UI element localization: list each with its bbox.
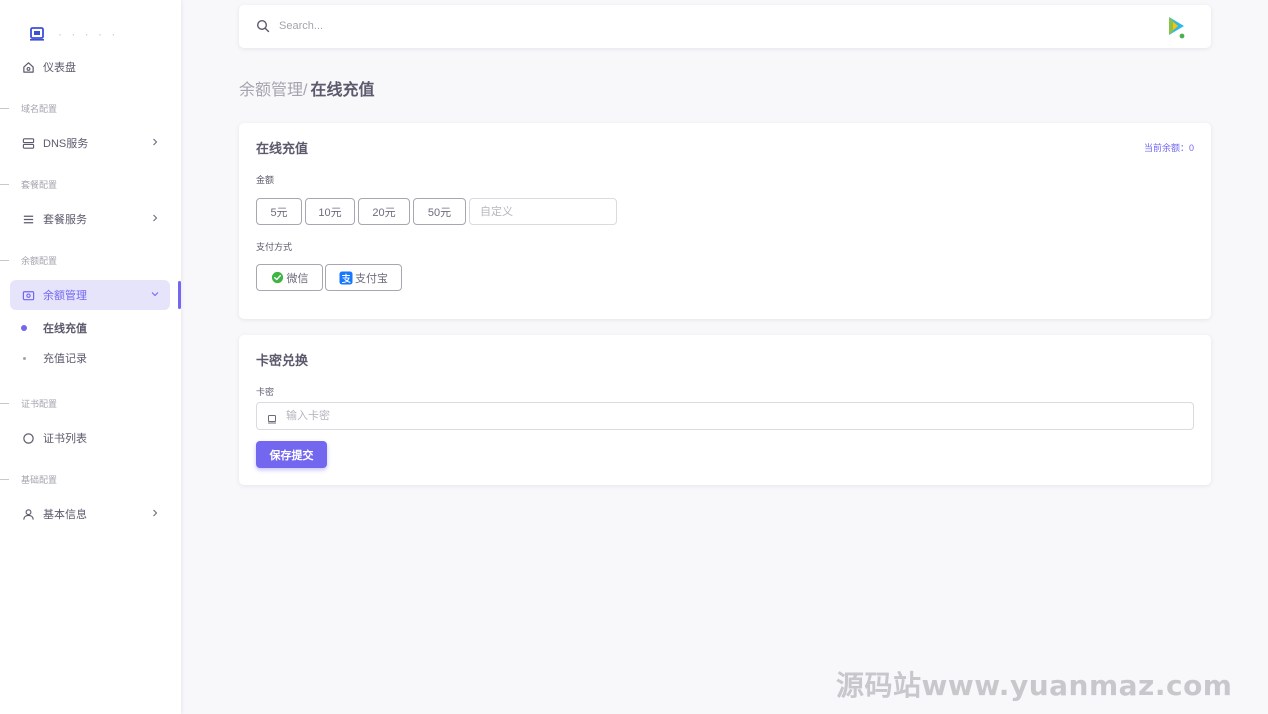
brand-name: · · · · · xyxy=(58,27,119,41)
amount-button-10[interactable]: 10元 xyxy=(305,198,355,225)
custom-amount-input[interactable] xyxy=(469,198,617,225)
menu-item-balance-management[interactable]: 余额管理 xyxy=(10,280,170,310)
menu-item-package[interactable]: 套餐服务 xyxy=(10,204,170,234)
topbar xyxy=(239,5,1211,48)
menu-item-label: 证书列表 xyxy=(43,433,87,445)
chevron-right-icon xyxy=(149,507,161,519)
section-header-balance: 余额配置 xyxy=(0,254,57,266)
sidebar: · · · · · 仪表盘 域名配置 DNS服务 套餐配置 套餐服务 余额配置 xyxy=(0,0,181,714)
menu-lines-icon xyxy=(21,212,35,226)
card-code-label: 卡密 xyxy=(256,387,275,397)
chevron-down-icon xyxy=(149,288,161,300)
brand[interactable]: · · · · · xyxy=(28,24,118,44)
menu-item-label: 仪表盘 xyxy=(43,62,76,74)
amount-button-20[interactable]: 20元 xyxy=(358,198,410,225)
alipay-icon xyxy=(339,271,353,285)
redeem-card: 卡密兑换 卡密 保存提交 xyxy=(239,335,1211,485)
menu-item-label: 余额管理 xyxy=(43,290,87,302)
avatar[interactable] xyxy=(1161,13,1189,41)
watermark: 源码站www.yuanmaz.com xyxy=(836,669,1233,702)
redeem-card-title: 卡密兑换 xyxy=(256,353,309,368)
user-icon xyxy=(21,507,35,521)
card-icon xyxy=(267,411,277,424)
section-header-cert: 证书配置 xyxy=(0,397,57,409)
wallet-icon xyxy=(21,288,35,302)
pay-alipay-label: 支付宝 xyxy=(355,272,388,285)
chevron-right-icon xyxy=(149,136,161,148)
breadcrumb: 余额管理/ 在线充值 xyxy=(239,76,374,100)
brand-logo-icon xyxy=(28,25,46,43)
bullet-icon xyxy=(22,356,26,360)
current-balance: 当前余额：0 xyxy=(1143,143,1194,153)
sub-item-label: 在线充值 xyxy=(43,323,87,335)
search-input[interactable] xyxy=(279,15,879,37)
menu-item-basic-info[interactable]: 基本信息 xyxy=(10,499,170,529)
card-code-input[interactable] xyxy=(286,406,1166,426)
amount-button-50[interactable]: 50元 xyxy=(413,198,466,225)
submit-button[interactable]: 保存提交 xyxy=(256,441,327,468)
menu-item-dns[interactable]: DNS服务 xyxy=(10,128,170,158)
recharge-card-title: 在线充值 xyxy=(256,141,309,156)
menu-item-label: DNS服务 xyxy=(43,138,89,150)
menu-item-label: 基本信息 xyxy=(43,509,87,521)
menu-item-cert-list[interactable]: 证书列表 xyxy=(10,423,170,453)
amount-button-5[interactable]: 5元 xyxy=(256,198,302,225)
home-icon xyxy=(21,60,35,74)
sidebar-item-online-recharge[interactable]: 在线充值 xyxy=(20,317,170,339)
circle-icon xyxy=(21,431,35,445)
page-title: 在线充值 xyxy=(310,82,375,99)
sidebar-item-recharge-records[interactable]: 充值记录 xyxy=(20,347,170,369)
pay-wechat-label: 微信 xyxy=(286,272,309,285)
section-header-domain: 域名配置 xyxy=(0,102,57,114)
amount-label: 金额 xyxy=(256,175,275,185)
pay-alipay-button[interactable]: 支付宝 xyxy=(325,264,402,291)
sub-item-label: 充值记录 xyxy=(43,353,87,365)
section-header-basic: 基础配置 xyxy=(0,473,57,485)
wechat-icon xyxy=(271,271,285,285)
pay-method-label: 支付方式 xyxy=(256,242,293,252)
search-icon[interactable] xyxy=(256,19,270,33)
bullet-icon xyxy=(21,325,27,331)
menu-item-label: 套餐服务 xyxy=(43,214,87,226)
server-icon xyxy=(21,136,35,150)
pay-wechat-button[interactable]: 微信 xyxy=(256,264,323,291)
section-header-package: 套餐配置 xyxy=(0,178,57,190)
breadcrumb-parent[interactable]: 余额管理/ xyxy=(239,76,307,100)
menu-item-dashboard[interactable]: 仪表盘 xyxy=(10,52,170,82)
card-code-field[interactable] xyxy=(256,402,1194,430)
recharge-card: 在线充值 当前余额：0 金额 5元 10元 20元 50元 支付方式 微信 支付… xyxy=(239,123,1211,319)
chevron-right-icon xyxy=(149,212,161,224)
active-indicator xyxy=(178,281,181,309)
